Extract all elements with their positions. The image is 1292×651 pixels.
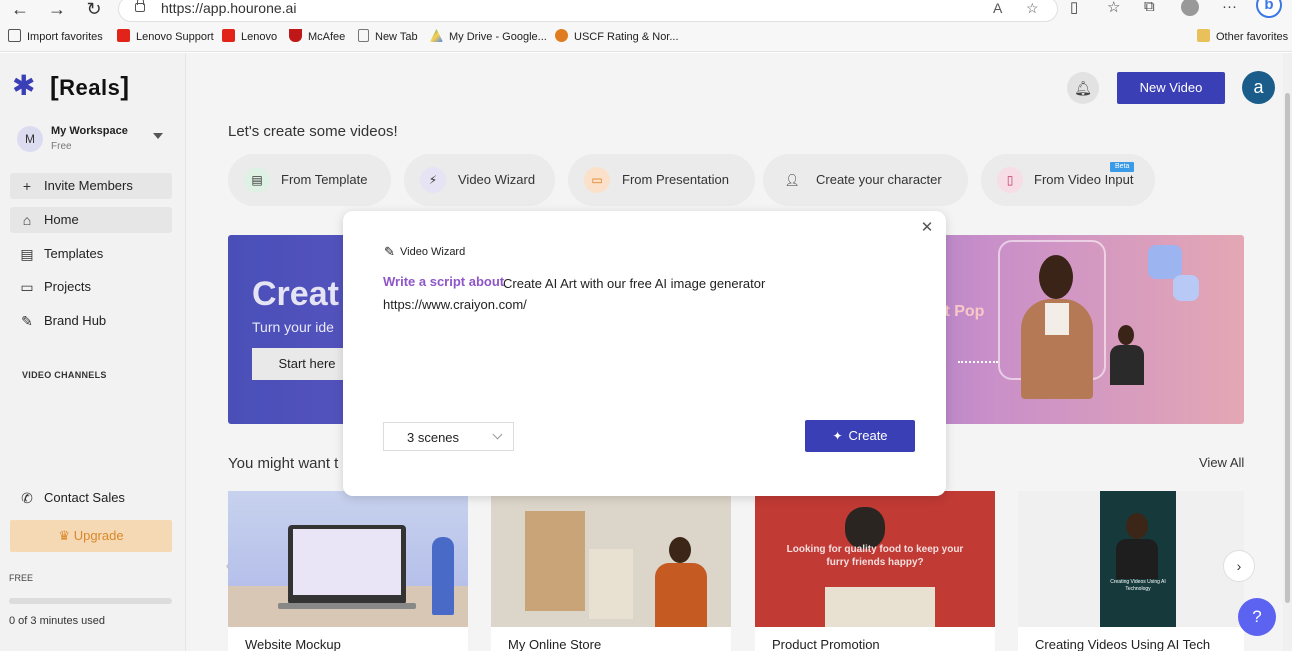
back-icon[interactable]: ← xyxy=(8,0,32,20)
prompt-label: Write a script about xyxy=(383,274,505,289)
profile-icon[interactable] xyxy=(1181,0,1199,16)
collections-icon[interactable]: ⧉ xyxy=(1144,0,1155,15)
split-screen-icon[interactable]: ▯ xyxy=(1070,0,1078,16)
read-aloud-icon[interactable]: A xyxy=(993,0,1002,16)
page-icon xyxy=(358,29,369,42)
fav-uscf[interactable]: USCF Rating & Nor... xyxy=(555,28,679,46)
fav-mcafee[interactable]: McAfee xyxy=(289,28,345,46)
mcafee-icon xyxy=(289,29,302,42)
lenovo-icon xyxy=(222,29,235,42)
modal-title: Video Wizard xyxy=(400,246,466,258)
folder-icon xyxy=(1197,29,1210,42)
favorites-bar: Import favorites Lenovo Support Lenovo M… xyxy=(0,28,1292,46)
browser-toolbar: ← → ↻ https://app.hourone.ai A ☆ ▯ ☆ ⧉ ·… xyxy=(0,0,1292,52)
close-icon[interactable]: ✕ xyxy=(920,220,934,235)
more-icon[interactable]: ··· xyxy=(1222,0,1237,15)
favorites-icon[interactable]: ☆ xyxy=(1107,0,1120,16)
lock-icon xyxy=(135,0,145,12)
fav-other[interactable]: Other favorites xyxy=(1197,28,1288,46)
create-button[interactable]: ✦ Create xyxy=(805,420,915,452)
fav-import[interactable]: Import favorites xyxy=(8,28,103,46)
prompt-input[interactable]: Create AI Art with our free AI image gen… xyxy=(503,276,765,291)
chevron-down-icon xyxy=(492,429,503,440)
bing-icon[interactable]: b xyxy=(1256,0,1282,18)
fav-my-drive[interactable]: My Drive - Google... xyxy=(430,28,547,46)
uscf-icon xyxy=(555,29,568,42)
google-drive-icon xyxy=(430,29,443,42)
lenovo-icon xyxy=(117,29,130,42)
prompt-url-text[interactable]: https://www.craiyon.com/ xyxy=(383,297,527,312)
favorite-star-icon[interactable]: ☆ xyxy=(1026,0,1039,17)
scenes-select[interactable]: 3 scenes xyxy=(383,422,514,451)
address-bar[interactable]: https://app.hourone.ai A ☆ xyxy=(118,0,1058,22)
fav-new-tab[interactable]: New Tab xyxy=(358,28,418,46)
import-icon xyxy=(8,29,21,42)
fav-lenovo-support[interactable]: Lenovo Support xyxy=(117,28,214,46)
navigation-row: ← → ↻ https://app.hourone.ai A ☆ ▯ ☆ ⧉ ·… xyxy=(0,0,1292,22)
wand-icon: ✎ xyxy=(384,244,395,259)
address-url[interactable]: https://app.hourone.ai xyxy=(161,0,296,16)
refresh-icon[interactable]: ↻ xyxy=(82,0,106,20)
video-wizard-modal: ✕ ✎ Video Wizard Write a script about Cr… xyxy=(343,211,946,496)
forward-icon[interactable]: → xyxy=(45,0,69,20)
fav-lenovo[interactable]: Lenovo xyxy=(222,28,277,46)
sparkle-icon: ✦ xyxy=(832,429,843,443)
